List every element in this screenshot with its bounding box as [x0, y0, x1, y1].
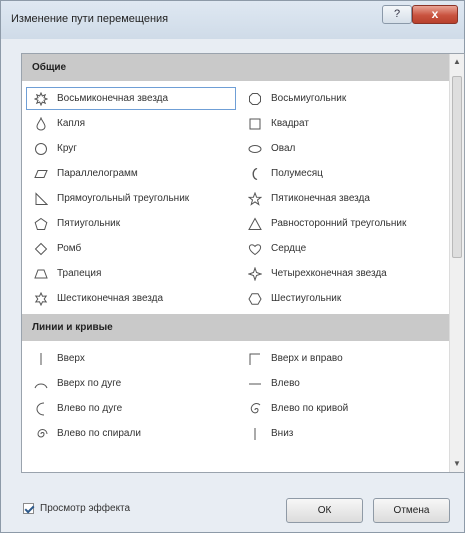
motion-path-item[interactable]: Сердце — [240, 237, 450, 260]
curve-left-icon — [245, 402, 265, 416]
preview-effect-checkbox[interactable] — [23, 503, 34, 514]
motion-path-item[interactable]: Восьмиугольник — [240, 87, 450, 110]
trapezoid-icon — [31, 267, 51, 281]
line-down-icon — [245, 427, 265, 441]
change-motion-path-dialog: Изменение пути перемещения ? x Общие Вось… — [0, 0, 465, 533]
hexagon-icon — [245, 292, 265, 306]
motion-path-label: Прямоугольный треугольник — [57, 193, 190, 204]
motion-path-item[interactable]: Капля — [26, 112, 236, 135]
motion-path-label: Пятиконечная звезда — [271, 193, 370, 204]
motion-path-item[interactable]: Трапеция — [26, 262, 236, 285]
parallelogram-icon — [31, 167, 51, 181]
section-header: Общие — [22, 54, 452, 81]
motion-path-label: Параллелограмм — [57, 168, 138, 179]
pentagon-icon — [31, 217, 51, 231]
star6-icon — [31, 291, 51, 306]
motion-path-label: Полумесяц — [271, 168, 323, 179]
scroll-up-arrow-icon[interactable]: ▲ — [450, 54, 464, 70]
motion-path-label: Вверх по дуге — [57, 378, 122, 389]
motion-path-label: Влево по кривой — [271, 403, 349, 414]
star8-icon — [31, 91, 51, 106]
motion-path-item[interactable]: Восьмиконечная звезда — [26, 87, 236, 110]
dialog-footer: Просмотр эффекта ОК Отмена — [1, 481, 464, 533]
title-bar: Изменение пути перемещения ? x — [1, 1, 464, 39]
motion-path-item[interactable]: Равносторонний треугольник — [240, 212, 450, 235]
motion-path-label: Пятиугольник — [57, 218, 121, 229]
section-header: Линии и кривые — [22, 314, 452, 341]
motion-path-label: Сердце — [271, 243, 307, 254]
motion-path-label: Влево — [271, 378, 300, 389]
motion-path-item[interactable]: Овал — [240, 137, 450, 160]
line-left-icon — [245, 377, 265, 391]
motion-path-label: Восьмиугольник — [271, 93, 347, 104]
preview-effect-option[interactable]: Просмотр эффекта — [23, 503, 130, 514]
motion-path-item[interactable]: Вверх и вправо — [240, 347, 450, 370]
motion-path-label: Вниз — [271, 428, 294, 439]
motion-path-label: Круг — [57, 143, 77, 154]
motion-path-item[interactable]: Круг — [26, 137, 236, 160]
motion-path-label: Вверх — [57, 353, 85, 364]
arc-left-icon — [31, 402, 51, 416]
octagon-icon — [245, 92, 265, 106]
motion-path-item[interactable]: Квадрат — [240, 112, 450, 135]
motion-path-item[interactable]: Ромб — [26, 237, 236, 260]
motion-path-label: Капля — [57, 118, 86, 129]
motion-path-label: Влево по дуге — [57, 403, 123, 414]
motion-path-item[interactable]: Влево — [240, 372, 450, 395]
diamond-icon — [31, 242, 51, 256]
scroll-thumb[interactable] — [452, 76, 462, 258]
heart-icon — [245, 242, 265, 256]
line-up-icon — [31, 352, 51, 366]
motion-path-grid: Восьмиконечная звезда Восьмиугольник Капля… — [22, 81, 452, 314]
star5-icon — [245, 191, 265, 206]
preview-effect-label: Просмотр эффекта — [40, 503, 131, 514]
motion-path-item[interactable]: Полумесяц — [240, 162, 450, 185]
arc-up-icon — [31, 377, 51, 391]
spiral-left-icon — [31, 427, 51, 441]
motion-path-item[interactable]: Прямоугольный треугольник — [26, 187, 236, 210]
scroll-down-arrow-icon[interactable]: ▼ — [450, 456, 464, 472]
oval-icon — [245, 142, 265, 156]
motion-path-content: Общие Восьмиконечная звезда Восьмиугольник… — [22, 54, 452, 449]
close-button[interactable]: x — [412, 5, 458, 24]
motion-path-label: Трапеция — [57, 268, 102, 279]
motion-path-item[interactable]: Вверх — [26, 347, 236, 370]
motion-path-list[interactable]: Общие Восьмиконечная звезда Восьмиугольник… — [21, 53, 465, 473]
teardrop-icon — [31, 116, 51, 131]
motion-path-grid: Вверх Вверх и вправо Вверх по дуге Влево Вле… — [22, 341, 452, 449]
motion-path-item[interactable]: Параллелограмм — [26, 162, 236, 185]
motion-path-label: Равносторонний треугольник — [271, 218, 407, 229]
motion-path-label: Шестиконечная звезда — [57, 293, 164, 304]
motion-path-item[interactable]: Пятиугольник — [26, 212, 236, 235]
vertical-scrollbar[interactable]: ▲ ▼ — [449, 54, 464, 472]
cancel-button[interactable]: Отмена — [373, 498, 450, 523]
motion-path-label: Ромб — [57, 243, 82, 254]
motion-path-label: Шестиугольник — [271, 293, 342, 304]
crescent-icon — [245, 167, 265, 181]
right-triangle-icon — [31, 191, 51, 206]
ok-button[interactable]: ОК — [286, 498, 363, 523]
motion-path-item[interactable]: Пятиконечная звезда — [240, 187, 450, 210]
motion-path-label: Влево по спирали — [57, 428, 141, 439]
motion-path-label: Овал — [271, 143, 296, 154]
motion-path-item[interactable]: Четырехконечная звезда — [240, 262, 450, 285]
triangle-icon — [245, 216, 265, 231]
motion-path-item[interactable]: Вверх по дуге — [26, 372, 236, 395]
motion-path-item[interactable]: Влево по кривой — [240, 397, 450, 420]
motion-path-label: Четырехконечная звезда — [271, 268, 387, 279]
motion-path-item[interactable]: Вниз — [240, 422, 450, 445]
circle-icon — [31, 142, 51, 156]
help-button[interactable]: ? — [382, 5, 412, 24]
motion-path-item[interactable]: Влево по спирали — [26, 422, 236, 445]
square-icon — [245, 117, 265, 131]
motion-path-label: Квадрат — [271, 118, 309, 129]
motion-path-label: Вверх и вправо — [271, 353, 343, 364]
dialog-title: Изменение пути перемещения — [11, 13, 169, 25]
motion-path-item[interactable]: Влево по дуге — [26, 397, 236, 420]
motion-path-label: Восьмиконечная звезда — [57, 93, 169, 104]
motion-path-item[interactable]: Шестиконечная звезда — [26, 287, 236, 310]
up-right-icon — [245, 352, 265, 366]
motion-path-item[interactable]: Шестиугольник — [240, 287, 450, 310]
star4-icon — [245, 266, 265, 281]
